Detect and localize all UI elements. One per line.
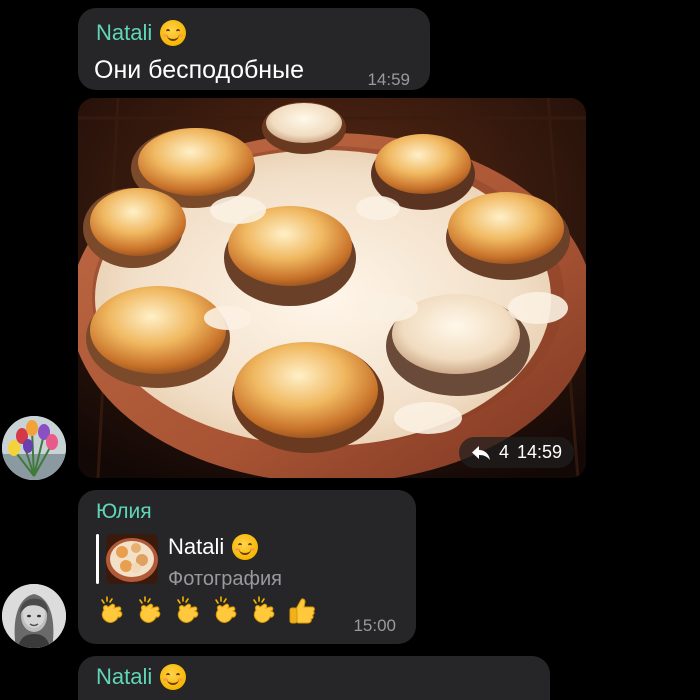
photo-meta[interactable]: 4 14:59 <box>458 437 574 468</box>
smiling-face-icon <box>160 664 187 690</box>
reply-bar <box>96 534 99 584</box>
message-time: 14:59 <box>367 70 410 89</box>
message-time: 15:00 <box>353 616 396 635</box>
sender-header: Юлия <box>96 500 152 524</box>
avatar[interactable] <box>2 416 66 480</box>
clapping-hands-icon <box>101 596 123 623</box>
reply-quote[interactable]: Natali Фотография <box>96 534 396 590</box>
food-photo <box>78 98 586 478</box>
portrait-avatar-image <box>2 584 66 648</box>
clapping-hands-icon <box>177 596 199 623</box>
photo-time: 14:59 <box>516 442 562 462</box>
smiling-face-icon <box>160 20 187 46</box>
message-bubble[interactable]: Юлия Natali Фотография 15:00 <box>78 490 416 644</box>
reply-thumbnail <box>106 534 158 584</box>
sender-header: Natali <box>96 664 187 690</box>
message-bubble[interactable]: Natali Они бесподобные 14:59 <box>78 8 430 90</box>
sender-name[interactable]: Юлия <box>96 500 152 524</box>
sender-name[interactable]: Natali <box>96 20 152 46</box>
chat-screen: Natali Они бесподобные 14:59 4 14:59 Юли… <box>0 0 700 700</box>
photo-message[interactable]: 4 14:59 <box>78 98 586 478</box>
smiling-face-icon <box>232 534 259 560</box>
message-text: Они бесподобные <box>94 56 304 84</box>
message-bubble[interactable]: Natali <box>78 656 550 700</box>
tulips-avatar-image <box>2 416 66 480</box>
sender-name[interactable]: Natali <box>96 664 152 690</box>
reply-kind: Фотография <box>168 568 282 590</box>
sender-header: Natali <box>96 20 187 46</box>
thumbs-up-icon <box>289 598 315 624</box>
clapping-hands-icon <box>253 596 275 623</box>
clapping-hands-icon <box>139 596 161 623</box>
reply-author-name: Natali <box>168 534 225 559</box>
clapping-hands-icon <box>215 596 237 623</box>
reply-author: Natali <box>168 534 259 560</box>
replies-count: 4 <box>498 442 509 462</box>
avatar[interactable] <box>2 584 66 648</box>
reply-arrow-icon <box>471 445 490 460</box>
emoji-row <box>96 596 318 626</box>
